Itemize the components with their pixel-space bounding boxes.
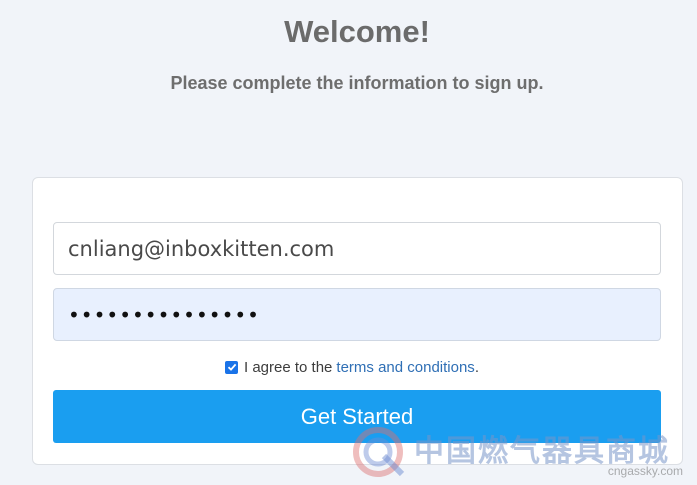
agree-suffix: . (474, 358, 479, 376)
password-field[interactable]: ••••••••••••••• (53, 288, 661, 341)
get-started-button[interactable]: Get Started (53, 390, 661, 443)
password-value: ••••••••••••••• (68, 302, 260, 327)
page-title: Welcome! (284, 14, 430, 49)
agree-text: I agree to the (244, 358, 333, 376)
signup-card: cnliang@inboxkitten.com ••••••••••••••• … (32, 177, 683, 465)
email-field[interactable]: cnliang@inboxkitten.com (53, 222, 661, 275)
agree-row: I agree to the terms and conditions . (225, 358, 479, 376)
terms-link[interactable]: terms and conditions (336, 359, 474, 376)
page-subtitle: Please complete the information to sign … (170, 73, 544, 93)
watermark-url: cngassky.com (607, 464, 683, 478)
email-value: cnliang@inboxkitten.com (68, 236, 335, 261)
checkmark-icon (227, 363, 236, 371)
agree-checkbox[interactable] (225, 360, 238, 374)
get-started-label: Get Started (300, 403, 414, 429)
